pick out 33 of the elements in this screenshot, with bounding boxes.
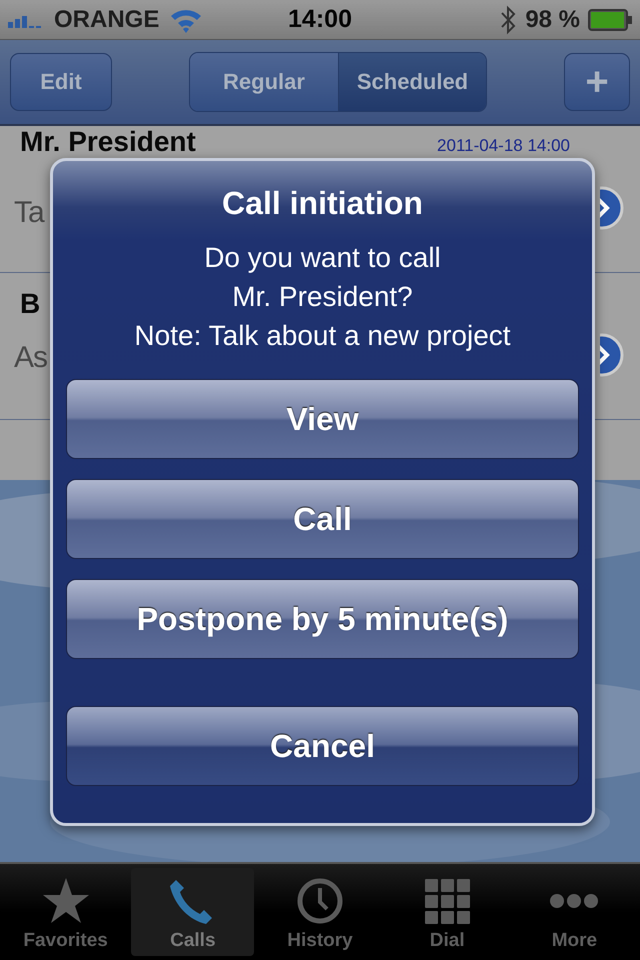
- disclosure-button[interactable]: [600, 333, 624, 377]
- disclosure-button[interactable]: [600, 186, 624, 230]
- contact-name: Mr. President: [20, 127, 196, 157]
- edit-button[interactable]: Edit: [10, 53, 112, 111]
- alert-message-line: Do you want to call: [203, 241, 442, 275]
- segment-tab[interactable]: Regular: [190, 53, 338, 111]
- bluetooth-icon: [499, 4, 518, 34]
- tab-item[interactable]: Favorites: [4, 868, 128, 956]
- alert-button[interactable]: View: [66, 379, 579, 459]
- tab-item[interactable]: History: [258, 868, 382, 956]
- alert-message-line: Note: Talk about a new project: [134, 319, 511, 353]
- carrier-name: ORANGE: [54, 6, 160, 34]
- clock-time: 14:00: [288, 5, 352, 34]
- alert-title: Call initiation: [222, 185, 423, 222]
- more-icon: [549, 894, 600, 908]
- tab-item[interactable]: Calls: [131, 868, 254, 956]
- battery-percent: 98 %: [525, 6, 580, 34]
- star-icon: [40, 876, 91, 926]
- tab-item[interactable]: More: [512, 868, 636, 956]
- tab-item[interactable]: Dial: [386, 868, 509, 956]
- segment-tab[interactable]: Scheduled: [338, 53, 486, 111]
- call-note: Ta: [14, 196, 44, 230]
- alert-button[interactable]: Postpone by 5 minute(s): [66, 579, 579, 659]
- cancel-button[interactable]: Cancel: [66, 706, 579, 786]
- contact-name: B: [20, 289, 40, 319]
- call-date: 2011-04-18 14:00: [437, 135, 570, 157]
- clock-icon: [295, 876, 345, 926]
- alert-message-line: Mr. President?: [231, 280, 414, 314]
- alert-button[interactable]: Call: [66, 479, 579, 559]
- battery-icon: [588, 8, 632, 30]
- call-note: As: [14, 341, 48, 375]
- add-button[interactable]: +: [564, 53, 630, 111]
- keypad-icon: [422, 876, 472, 926]
